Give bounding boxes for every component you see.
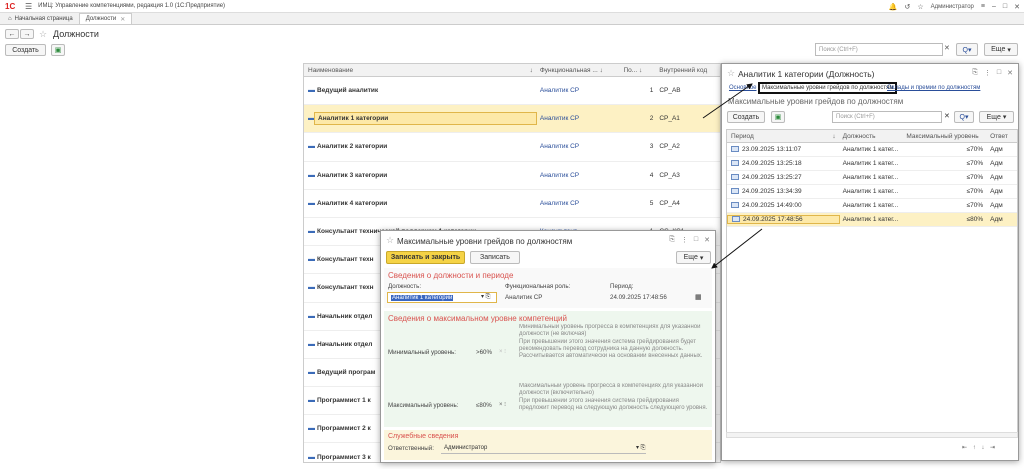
annotation-arrows	[702, 83, 763, 269]
arrow-to-grades-tab	[702, 83, 753, 119]
arrow-to-grade-window	[711, 228, 763, 269]
